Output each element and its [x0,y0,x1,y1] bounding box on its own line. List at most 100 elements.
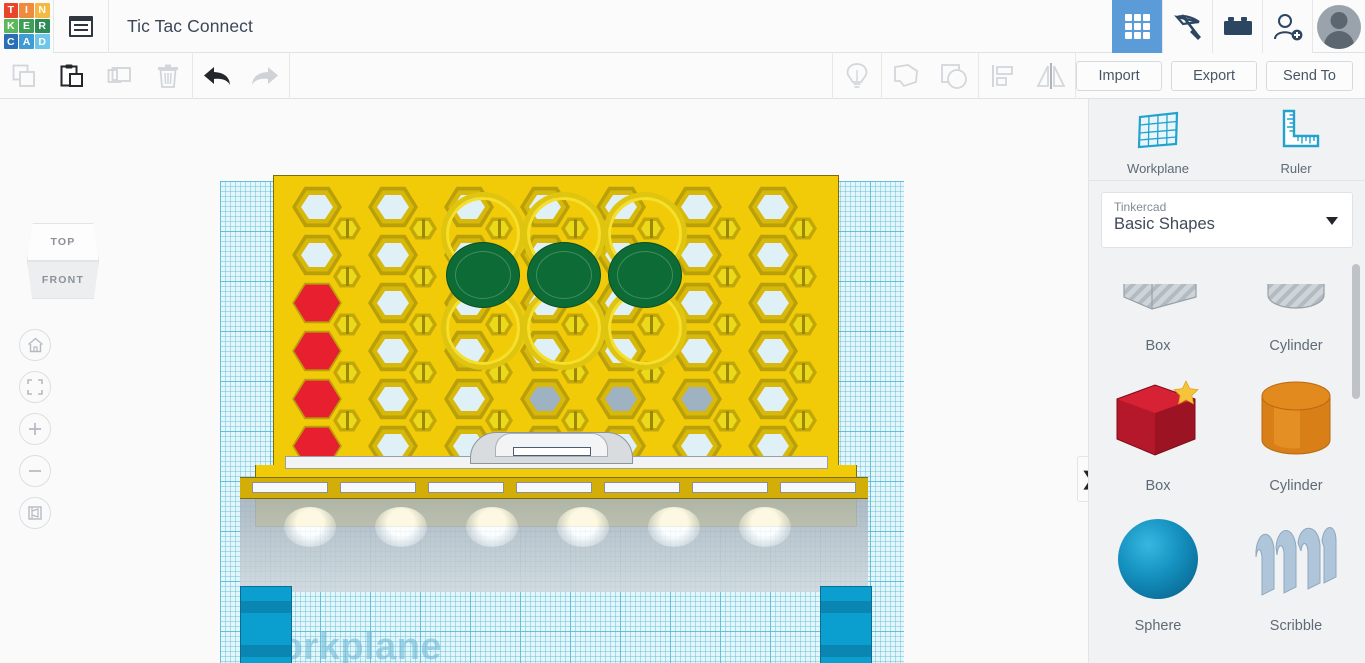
model-rail-segment [780,482,856,493]
shape-thumbnail [1227,284,1365,336]
brick-icon [1223,16,1252,35]
view-cube-front[interactable]: FRONT [27,261,99,299]
logo-tile-c: C [3,34,19,49]
shapes-scrollbar-thumb[interactable] [1352,264,1360,399]
paste-button[interactable] [48,53,96,99]
home-icon [27,337,43,353]
avatar[interactable] [1312,0,1365,53]
delete-button[interactable] [144,53,192,99]
shape-box-hole[interactable]: Box [1089,284,1227,362]
header-divider-2 [108,0,109,53]
logo-tile-i: I [19,3,34,18]
mirror-icon [1036,62,1066,89]
model-leg-right [820,586,872,663]
zoom-in-button[interactable] [19,413,51,445]
ruler-tool-label: Ruler [1280,161,1312,176]
header-actions [1112,0,1365,53]
mirror-button[interactable] [1027,53,1075,99]
pickaxe-icon [1173,13,1201,40]
workplane-tool-label: Workplane [1127,161,1189,176]
import-button[interactable]: Import [1076,60,1163,91]
model-tic-tac-connect[interactable] [0,99,1088,663]
shape-label: Cylinder [1269,478,1323,494]
ungroup-button[interactable] [930,53,978,99]
model-leg-band [821,645,871,657]
model-base-bump [375,507,427,547]
undo-button[interactable] [193,53,241,99]
model-green-token [608,242,682,308]
hint-button[interactable] [833,53,881,99]
toolbar-divider-2 [289,52,290,99]
model-rail-segment [340,482,416,493]
align-button[interactable] [979,53,1027,99]
model-hex-clip [409,312,437,337]
shape-cone-purple[interactable] [1227,642,1365,663]
model-green-token [527,242,601,308]
workplane-tool[interactable]: Workplane [1103,108,1213,176]
shape-library-select[interactable]: Tinkercad Basic Shapes [1101,192,1353,248]
shape-cylinder-hole[interactable]: Cylinder [1227,284,1365,362]
view-cube-top[interactable]: TOP [27,223,99,261]
shape-label: Scribble [1269,618,1323,634]
box-art [1116,380,1199,456]
zoom-out-button[interactable] [19,455,51,487]
duplicate-button[interactable] [96,53,144,99]
shape-sphere[interactable]: Sphere [1089,502,1227,642]
send-to-button[interactable]: Send To [1266,60,1353,91]
ruler-tool[interactable]: Ruler [1241,108,1351,176]
redo-arrow-icon [252,66,278,85]
home-view-button[interactable] [19,329,51,361]
shapes-row [1089,642,1365,663]
export-button[interactable]: Export [1171,60,1258,91]
logo-tile-n: N [34,3,50,18]
model-hex-clip [409,360,437,385]
shape-cone-green[interactable] [1089,642,1227,663]
shape-box[interactable]: Box [1089,362,1227,502]
view-cube[interactable]: TOP FRONT [27,223,99,299]
shapes-grid[interactable]: Box Cylinder Box Cylinder Sphere Scribbl… [1089,284,1365,663]
model-rail-segment [252,482,328,493]
duplicate-icon [107,66,131,83]
shape-thumbnail [1089,362,1227,476]
model-hex-clip [789,264,817,289]
redo-button[interactable] [241,53,289,99]
copy-icon [12,64,35,87]
lightbulb-icon [846,62,868,88]
shape-label: Box [1145,338,1171,354]
shape-label: Sphere [1134,618,1182,634]
library-owner: Tinkercad [1114,200,1167,214]
undo-arrow-icon [204,66,230,85]
invite-button[interactable] [1262,0,1312,53]
shapes-row: Box Cylinder [1089,362,1365,502]
model-dome-slot [513,447,591,456]
model-hex-clip [713,264,741,289]
document-list-icon[interactable] [54,0,108,53]
tinkercad-logo[interactable]: TINKERCAD [0,0,53,53]
shapes-row: Box Cylinder [1089,284,1365,362]
shape-scribble[interactable]: Scribble [1227,502,1365,642]
box-hole-art [1123,284,1197,310]
model-hex-clip [333,408,361,433]
box-view-icon [28,506,42,520]
model-base-bump [466,507,518,547]
logo-tile-k: K [3,18,19,34]
tinkercad-app: TINKERCAD Tic Tac Connect Import Export … [0,0,1365,663]
gallery-grid-button[interactable] [1112,0,1162,53]
fit-all-button[interactable] [19,371,51,403]
panel-collapse-button[interactable]: ❯ [1077,456,1088,502]
shape-label: Cylinder [1269,338,1323,354]
model-hex-clip [409,216,437,241]
trash-icon [158,64,178,88]
blocks-button[interactable] [1212,0,1262,53]
codeblocks-button[interactable] [1162,0,1212,53]
shape-cylinder[interactable]: Cylinder [1227,362,1365,502]
minus-icon [29,470,41,472]
shapes-row: Sphere Scribble [1089,502,1365,642]
group-button[interactable] [882,53,930,99]
3d-viewport[interactable]: Workplane TOP FRONT [0,99,1088,663]
ortho-perspective-button[interactable] [19,497,51,529]
user-avatar [1317,4,1361,49]
model-rail-segment [692,482,768,493]
copy-button[interactable] [0,53,48,99]
chevron-down-icon [1326,217,1338,225]
